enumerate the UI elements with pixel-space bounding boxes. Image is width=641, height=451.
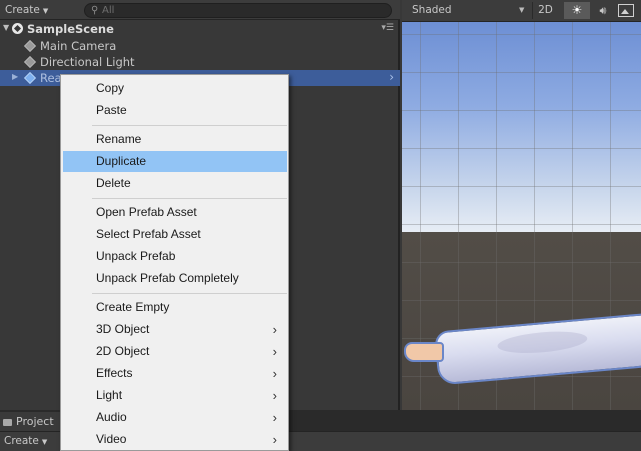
unity-logo-icon bbox=[12, 23, 23, 34]
fold-down-icon[interactable]: ▼ bbox=[3, 23, 9, 32]
character-hand bbox=[404, 342, 444, 362]
hierarchy-item-label: Rea bbox=[40, 71, 62, 85]
menu-item-3d-object[interactable]: 3D Object › bbox=[63, 319, 287, 340]
menu-item-label: 2D Object bbox=[96, 344, 150, 358]
menu-item-effects[interactable]: Effects › bbox=[63, 363, 287, 384]
menu-item-label: Rename bbox=[96, 132, 142, 146]
menu-item-label: Open Prefab Asset bbox=[96, 205, 197, 219]
hierarchy-create-button[interactable]: Create ▼ bbox=[2, 3, 51, 18]
chevron-down-icon: ▼ bbox=[519, 6, 525, 14]
chevron-right-icon: › bbox=[272, 322, 277, 337]
chevron-right-icon: › bbox=[272, 344, 277, 359]
menu-item-label: Copy bbox=[96, 81, 125, 95]
hierarchy-toolbar: Create ▼ ⚲ All bbox=[0, 0, 400, 20]
project-create-label: Create bbox=[4, 435, 39, 447]
menu-item-label: Unpack Prefab Completely bbox=[96, 271, 239, 285]
menu-item-label: Audio bbox=[96, 410, 127, 424]
context-menu: Copy Paste Rename Duplicate Delete Open … bbox=[60, 74, 289, 451]
menu-separator bbox=[92, 198, 287, 199]
menu-item-delete[interactable]: Delete bbox=[63, 173, 287, 194]
image-effects-icon[interactable] bbox=[618, 4, 634, 17]
chevron-right-icon: › bbox=[272, 388, 277, 403]
audio-speaker-icon[interactable]: 🔊︎ bbox=[592, 2, 614, 19]
chevron-right-icon: › bbox=[272, 432, 277, 447]
menu-item-label: Delete bbox=[96, 176, 131, 190]
menu-item-create-empty[interactable]: Create Empty bbox=[63, 297, 287, 318]
search-placeholder: All bbox=[102, 5, 115, 16]
scene-menu-icon[interactable]: ▾☰ bbox=[381, 23, 394, 33]
scene-name: SampleScene bbox=[27, 22, 114, 36]
tab-project[interactable]: Project bbox=[0, 412, 61, 431]
shading-mode-dropdown[interactable]: Shaded bbox=[412, 4, 452, 16]
hierarchy-item-label: Main Camera bbox=[40, 39, 117, 53]
search-icon: ⚲ bbox=[91, 5, 99, 16]
menu-item-video[interactable]: Video › bbox=[63, 429, 287, 450]
chevron-right-icon: › bbox=[272, 366, 277, 381]
menu-item-copy[interactable]: Copy bbox=[63, 78, 287, 99]
chevron-right-icon[interactable]: › bbox=[389, 70, 394, 84]
character-arm[interactable] bbox=[402, 312, 641, 386]
menu-item-open-prefab-asset[interactable]: Open Prefab Asset bbox=[63, 202, 287, 223]
gameobject-cube-icon bbox=[23, 39, 37, 53]
menu-item-label: 3D Object bbox=[96, 322, 150, 336]
hierarchy-search-input[interactable]: ⚲ All bbox=[84, 3, 392, 18]
menu-item-audio[interactable]: Audio › bbox=[63, 407, 287, 428]
project-create-button[interactable]: Create ▼ bbox=[4, 435, 47, 447]
menu-item-label: Duplicate bbox=[96, 154, 147, 168]
hierarchy-item-label: Directional Light bbox=[40, 55, 135, 69]
menu-item-label: Select Prefab Asset bbox=[96, 227, 201, 241]
chevron-down-icon: ▼ bbox=[42, 7, 49, 15]
menu-separator bbox=[92, 125, 287, 126]
scene-root-row[interactable]: ▼ SampleScene ▾☰ bbox=[0, 21, 400, 37]
menu-item-light[interactable]: Light › bbox=[63, 385, 287, 406]
gameobject-cube-icon bbox=[23, 55, 37, 69]
menu-item-label: Unpack Prefab bbox=[96, 249, 176, 263]
hierarchy-item-main-camera[interactable]: Main Camera bbox=[0, 38, 400, 54]
menu-item-label: Light bbox=[96, 388, 123, 402]
menu-item-unpack-prefab[interactable]: Unpack Prefab bbox=[63, 246, 287, 267]
menu-item-rename[interactable]: Rename bbox=[63, 129, 287, 150]
menu-item-label: Paste bbox=[96, 103, 127, 117]
menu-item-paste[interactable]: Paste bbox=[63, 100, 287, 121]
menu-item-2d-object[interactable]: 2D Object › bbox=[63, 341, 287, 362]
chevron-right-icon: › bbox=[272, 410, 277, 425]
menu-item-label: Create Empty bbox=[96, 300, 170, 314]
chevron-down-icon: ▼ bbox=[41, 438, 48, 446]
fold-right-icon[interactable]: ▶ bbox=[12, 72, 18, 81]
character-sleeve bbox=[434, 312, 641, 386]
menu-item-label: Effects bbox=[96, 366, 133, 380]
folder-icon bbox=[3, 418, 12, 426]
menu-item-unpack-prefab-completely[interactable]: Unpack Prefab Completely bbox=[63, 268, 287, 289]
toggle-2d-button[interactable]: 2D bbox=[532, 2, 558, 19]
menu-item-duplicate[interactable]: Duplicate bbox=[63, 151, 287, 172]
prefab-cube-icon bbox=[23, 71, 37, 85]
menu-separator bbox=[92, 293, 287, 294]
hierarchy-item-directional-light[interactable]: Directional Light bbox=[0, 54, 400, 70]
scene-toolbar: Shaded ▼ 2D ☀ 🔊︎ bbox=[402, 0, 641, 22]
hierarchy-create-label: Create bbox=[5, 4, 40, 16]
menu-item-select-prefab-asset[interactable]: Select Prefab Asset bbox=[63, 224, 287, 245]
sun-lighting-icon[interactable]: ☀ bbox=[564, 2, 590, 19]
scene-view[interactable]: Shaded ▼ 2D ☀ 🔊︎ bbox=[402, 0, 641, 410]
tab-project-label: Project bbox=[16, 415, 54, 428]
menu-item-label: Video bbox=[96, 432, 127, 446]
